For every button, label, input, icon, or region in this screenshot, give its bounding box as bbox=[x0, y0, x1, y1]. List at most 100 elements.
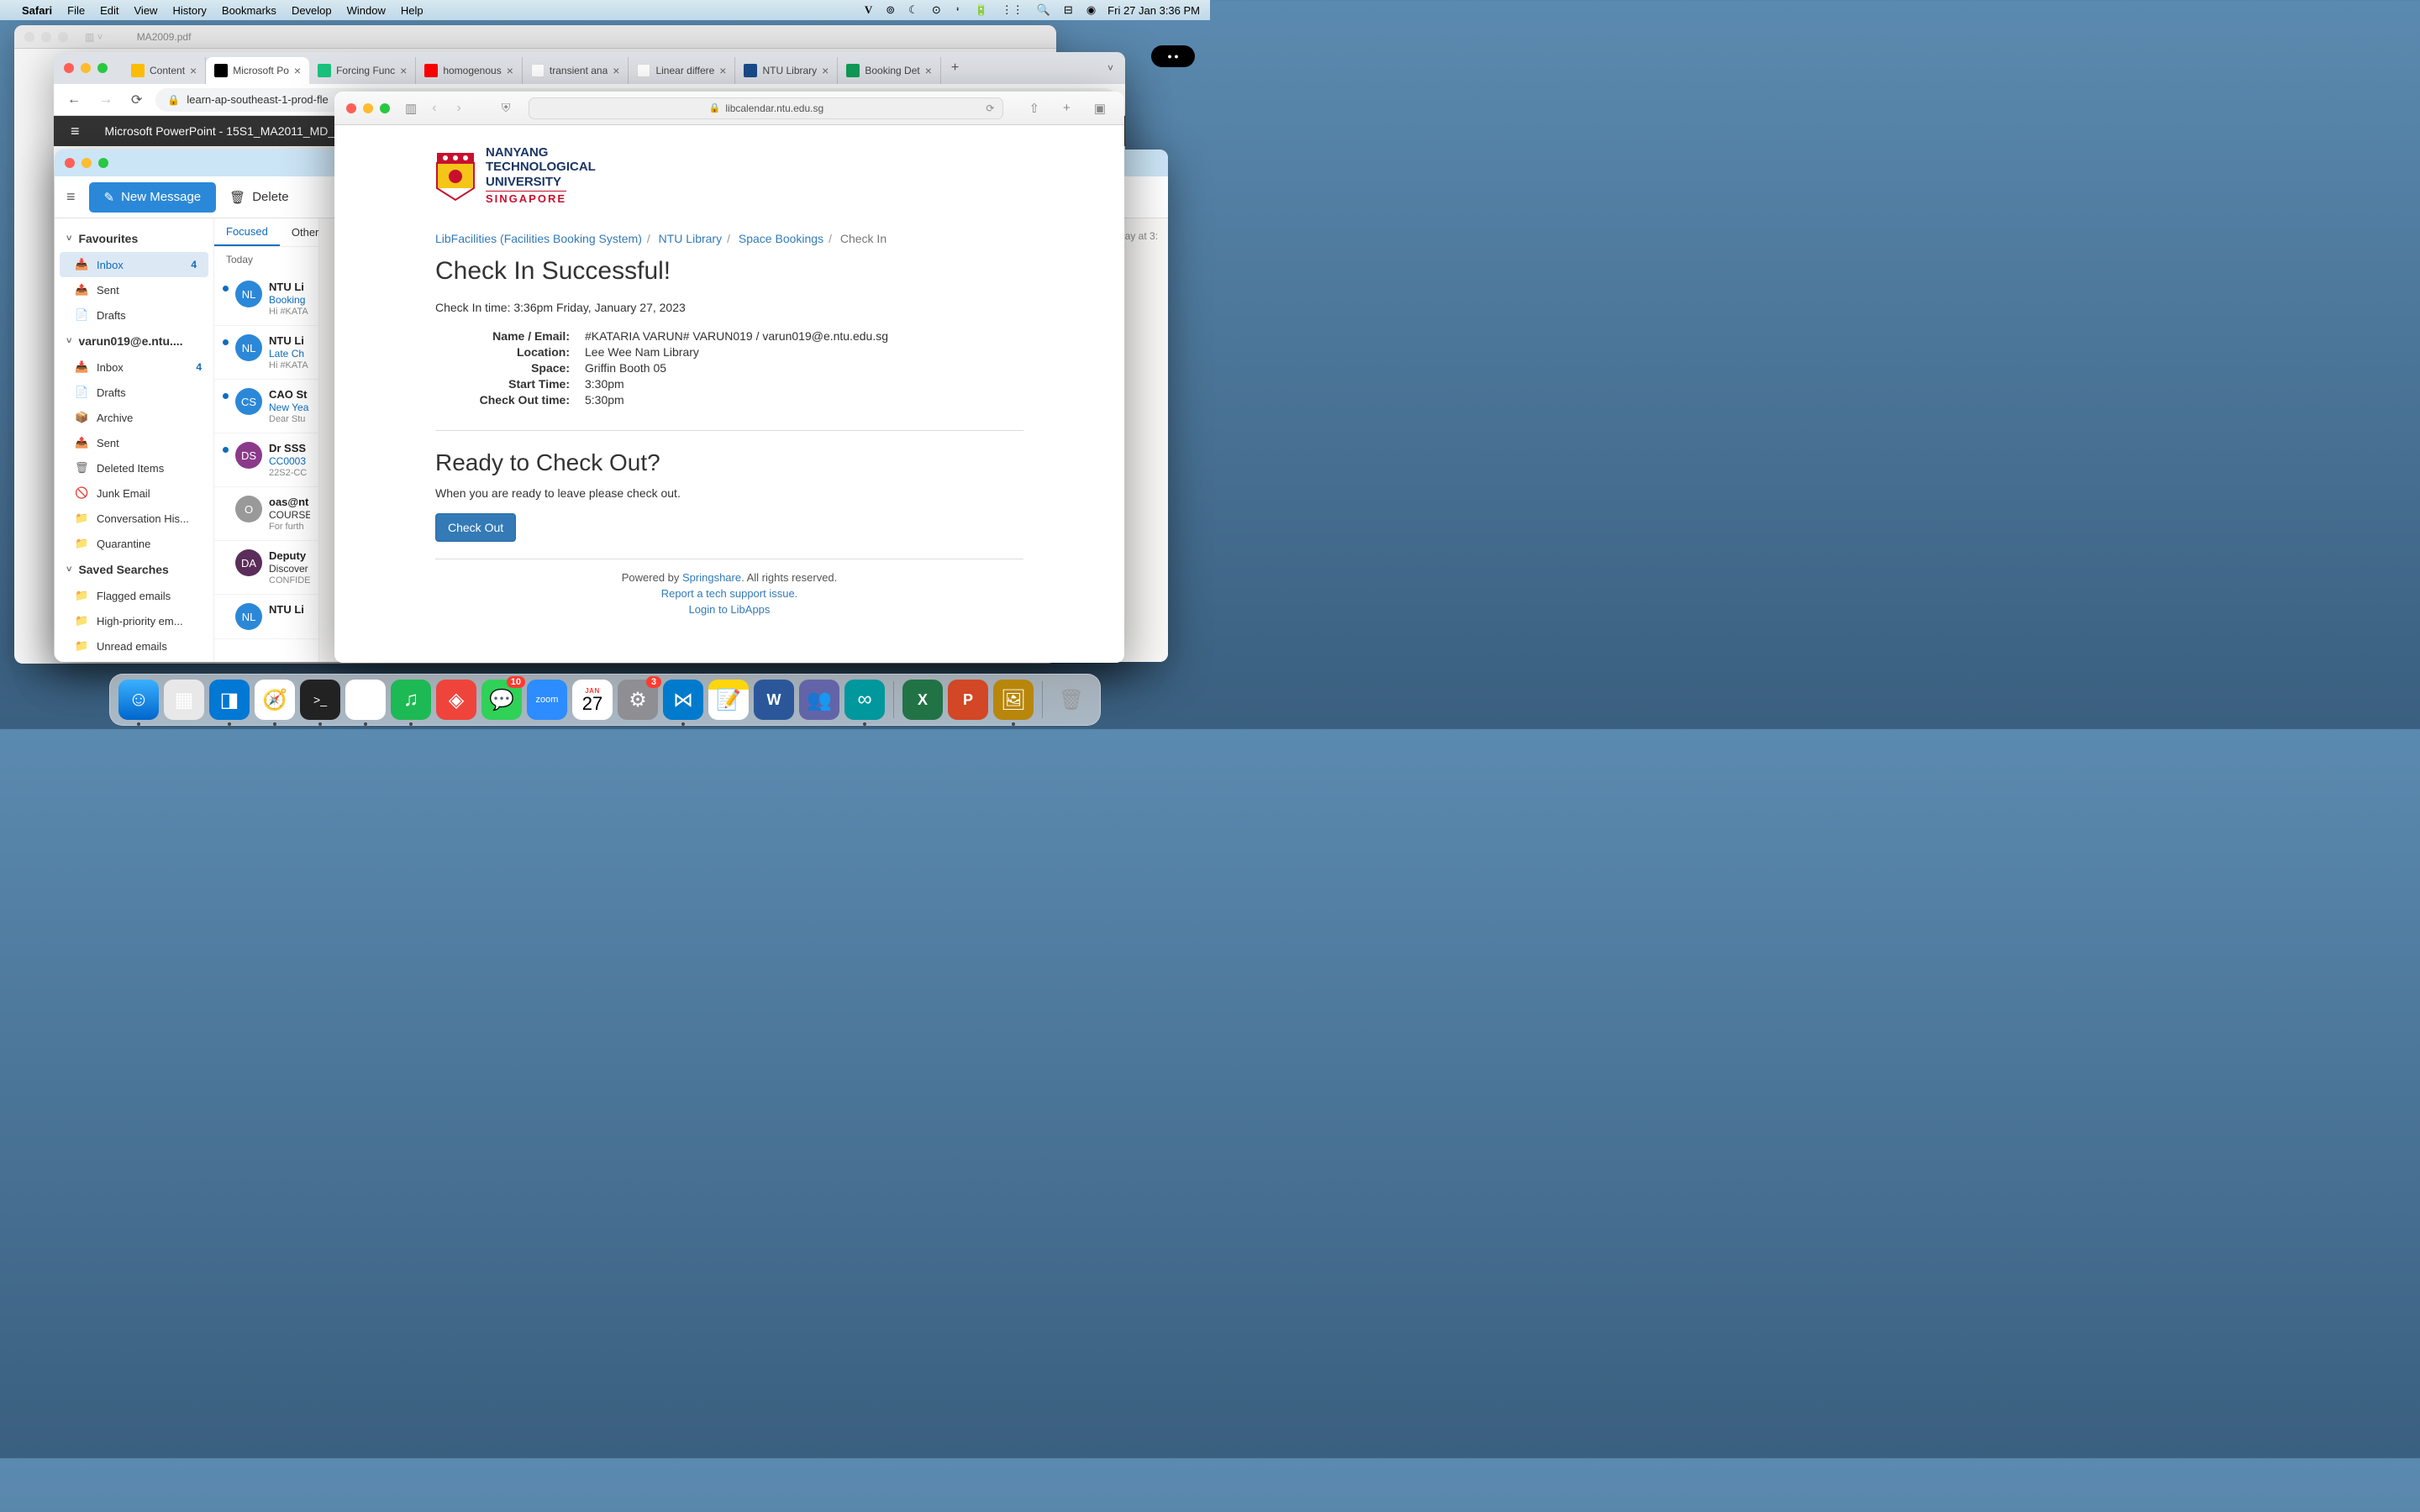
menu-help[interactable]: Help bbox=[401, 4, 424, 17]
dock-arduino[interactable]: ∞ bbox=[844, 680, 885, 720]
reload-button[interactable]: ⟳ bbox=[126, 92, 147, 108]
chrome-tab[interactable]: Booking Det× bbox=[838, 57, 941, 84]
dock-excel[interactable]: X bbox=[902, 680, 943, 720]
forward-button[interactable]: → bbox=[94, 92, 118, 108]
close-icon[interactable]: × bbox=[294, 64, 301, 77]
dock-calendar[interactable]: JAN 27 bbox=[572, 680, 613, 720]
dock-word[interactable]: W bbox=[754, 680, 794, 720]
hamburger-icon[interactable]: ≡ bbox=[71, 123, 80, 140]
finder-traffic-lights[interactable] bbox=[24, 32, 68, 42]
dock-messages[interactable]: 💬10 bbox=[481, 680, 522, 720]
tab-focused[interactable]: Focused bbox=[214, 218, 280, 246]
dock-notes[interactable]: 📝 bbox=[708, 680, 749, 720]
message-item[interactable]: NLNTU Li bbox=[214, 595, 318, 639]
back-button[interactable]: ← bbox=[62, 92, 86, 108]
close-icon[interactable]: × bbox=[822, 64, 829, 77]
close-icon[interactable]: × bbox=[719, 64, 726, 77]
folder-drafts[interactable]: 📄Drafts bbox=[55, 380, 213, 405]
new-message-button[interactable]: ✎ New Message bbox=[89, 182, 217, 213]
share-icon[interactable]: ⇧ bbox=[1022, 101, 1046, 116]
section-favourites[interactable]: ˅Favourites bbox=[55, 225, 213, 252]
message-item[interactable]: NLNTU LiBookingHi #KATA bbox=[214, 272, 318, 326]
folder-junk-email[interactable]: 🚫Junk Email bbox=[55, 480, 213, 506]
dock-finder[interactable]: ☺ bbox=[118, 680, 159, 720]
close-icon[interactable]: × bbox=[190, 64, 197, 77]
outlook-traffic-lights[interactable] bbox=[65, 158, 108, 168]
chrome-tab[interactable]: Linear differe× bbox=[629, 57, 735, 84]
spotlight-icon[interactable]: 🔍 bbox=[1037, 3, 1050, 17]
safari-traffic-lights[interactable] bbox=[346, 103, 390, 113]
delete-button[interactable]: 🗑 Delete bbox=[229, 190, 288, 205]
safari-back-button[interactable]: ‹ bbox=[427, 101, 441, 116]
crumb-ntu-library[interactable]: NTU Library bbox=[659, 232, 722, 245]
folder-high-priority-em-[interactable]: 📁High-priority em... bbox=[55, 608, 213, 633]
dock-spotify[interactable]: ♫ bbox=[391, 680, 431, 720]
dock-preview[interactable]: 🖼 bbox=[993, 680, 1034, 720]
message-item[interactable]: DADeputyDiscoverCONFIDE bbox=[214, 541, 318, 595]
dock-vscode[interactable]: ⋈ bbox=[663, 680, 703, 720]
menu-history[interactable]: History bbox=[172, 4, 206, 17]
folder-inbox[interactable]: 📥Inbox4 bbox=[55, 354, 213, 380]
folder-inbox[interactable]: 📥Inbox4 bbox=[60, 252, 208, 277]
menu-develop[interactable]: Develop bbox=[292, 4, 332, 17]
folder-sent[interactable]: 📤Sent bbox=[55, 277, 213, 302]
folder-sent[interactable]: 📤Sent bbox=[55, 430, 213, 455]
dock-anydesk[interactable]: ◈ bbox=[436, 680, 476, 720]
menu-bookmarks[interactable]: Bookmarks bbox=[222, 4, 276, 17]
message-item[interactable]: CSCAO StNew YeaDear Stu bbox=[214, 380, 318, 433]
message-item[interactable]: Ooas@ntCOURSEFor furth bbox=[214, 487, 318, 541]
tab-dropdown-icon[interactable]: ˅ bbox=[1096, 62, 1125, 74]
new-tab-icon[interactable]: + bbox=[1056, 101, 1077, 115]
bluetooth-icon[interactable]: ᛫⃰ bbox=[955, 4, 961, 17]
reload-icon[interactable]: ⟳ bbox=[986, 102, 994, 114]
chrome-tab[interactable]: Forcing Func× bbox=[309, 57, 416, 84]
chrome-tab[interactable]: Content× bbox=[123, 57, 206, 84]
footer-login-link[interactable]: Login to LibApps bbox=[689, 603, 771, 616]
chrome-traffic-lights[interactable] bbox=[64, 63, 108, 73]
dock-powerpoint[interactable]: P bbox=[948, 680, 988, 720]
ntu-logo[interactable]: NANYANG TECHNOLOGICAL UNIVERSITY SINGAPO… bbox=[435, 145, 1023, 207]
section-account[interactable]: ˅varun019@e.ntu.... bbox=[55, 328, 213, 354]
chrome-tab[interactable]: homogenous× bbox=[416, 57, 523, 84]
folder-drafts[interactable]: 📄Drafts bbox=[55, 302, 213, 328]
do-not-disturb-icon[interactable]: ☾ bbox=[908, 3, 918, 17]
folder-unread-emails[interactable]: 📁Unread emails bbox=[55, 633, 213, 659]
footer-report-link[interactable]: Report a tech support issue. bbox=[661, 587, 798, 600]
folder-deleted-items[interactable]: 🗑Deleted Items bbox=[55, 455, 213, 480]
close-icon[interactable]: × bbox=[925, 64, 932, 77]
dynamic-island[interactable]: ● ● bbox=[1151, 45, 1195, 67]
folder-conversation-his-[interactable]: 📁Conversation His... bbox=[55, 506, 213, 531]
dock-teams[interactable]: 👥 bbox=[799, 680, 839, 720]
section-saved[interactable]: ˅Saved Searches bbox=[55, 556, 213, 583]
close-icon[interactable]: × bbox=[400, 64, 407, 77]
wifi-icon[interactable]: ⋮⋮ bbox=[1002, 3, 1023, 17]
dock-safari[interactable]: 🧭 bbox=[255, 680, 295, 720]
siri-icon[interactable]: ◉ bbox=[1086, 3, 1096, 17]
checkout-button[interactable]: Check Out bbox=[435, 513, 516, 542]
finder-view-icon[interactable]: ▥ ˅ bbox=[85, 31, 103, 43]
dock-launchpad[interactable]: ▦ bbox=[164, 680, 204, 720]
message-item[interactable]: NLNTU LiLate ChHi #KATA bbox=[214, 326, 318, 380]
menu-file[interactable]: File bbox=[67, 4, 85, 17]
status-v-icon[interactable]: V bbox=[865, 3, 872, 17]
outlook-hamburger-icon[interactable]: ≡ bbox=[66, 188, 76, 206]
message-item[interactable]: DSDr SSSCC000322S2-CC bbox=[214, 433, 318, 487]
folder-flagged-emails[interactable]: 📁Flagged emails bbox=[55, 583, 213, 608]
sidebar-toggle-icon[interactable]: ▥ bbox=[405, 101, 417, 116]
safari-addressbar[interactable]: 🔒 libcalendar.ntu.edu.sg ⟳ bbox=[529, 97, 1003, 119]
folder-quarantine[interactable]: 📁Quarantine bbox=[55, 531, 213, 556]
control-center-icon[interactable]: ⊟ bbox=[1064, 3, 1073, 17]
close-icon[interactable]: × bbox=[613, 64, 619, 77]
dock-zoom[interactable]: zoom bbox=[527, 680, 567, 720]
menubar-clock[interactable]: Fri 27 Jan 3:36 PM bbox=[1107, 4, 1200, 17]
dock-trash[interactable]: 🗑 bbox=[1051, 680, 1092, 720]
menu-view[interactable]: View bbox=[134, 4, 158, 17]
safari-forward-button[interactable]: › bbox=[452, 101, 466, 116]
dock-outlook[interactable]: ◨ bbox=[209, 680, 250, 720]
menu-edit[interactable]: Edit bbox=[100, 4, 118, 17]
menu-window[interactable]: Window bbox=[347, 4, 386, 17]
dock-chrome[interactable]: ◐ bbox=[345, 680, 386, 720]
status-app-icon[interactable]: ⊚ bbox=[886, 3, 895, 17]
close-icon[interactable]: × bbox=[507, 64, 513, 77]
dock-terminal[interactable]: >_ bbox=[300, 680, 340, 720]
